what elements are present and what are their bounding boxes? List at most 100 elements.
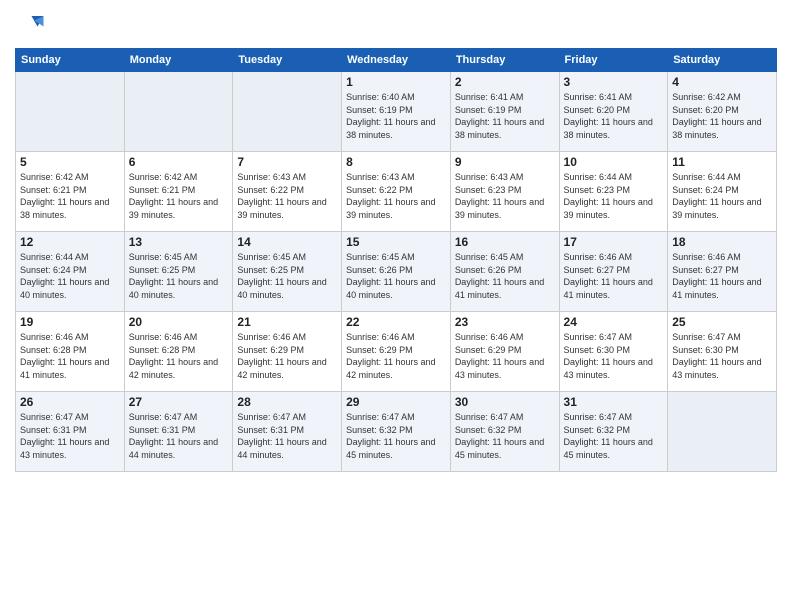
day-info: Sunrise: 6:47 AM Sunset: 6:31 PM Dayligh…	[237, 411, 337, 461]
calendar-cell: 7 Sunrise: 6:43 AM Sunset: 6:22 PM Daylig…	[233, 152, 342, 232]
calendar-cell: 21 Sunrise: 6:46 AM Sunset: 6:29 PM Dayli…	[233, 312, 342, 392]
calendar-cell: 28 Sunrise: 6:47 AM Sunset: 6:31 PM Dayli…	[233, 392, 342, 472]
day-info: Sunrise: 6:46 AM Sunset: 6:27 PM Dayligh…	[564, 251, 664, 301]
calendar-cell	[16, 72, 125, 152]
day-info: Sunrise: 6:45 AM Sunset: 6:25 PM Dayligh…	[237, 251, 337, 301]
calendar-week-row: 26Sunrise: 6:47 AM Sunset: 6:31 PM Dayli…	[16, 392, 777, 472]
calendar-cell: 22 Sunrise: 6:46 AM Sunset: 6:29 PM Dayli…	[342, 312, 451, 392]
day-info: Sunrise: 6:46 AM Sunset: 6:29 PM Dayligh…	[237, 331, 337, 381]
day-number: 29	[346, 395, 446, 409]
day-info: Sunrise: 6:42 AM Sunset: 6:21 PM Dayligh…	[20, 171, 120, 221]
calendar-cell: 30Sunrise: 6:47 AM Sunset: 6:32 PM Dayli…	[450, 392, 559, 472]
day-info: Sunrise: 6:42 AM Sunset: 6:21 PM Dayligh…	[129, 171, 229, 221]
calendar-cell: 20Sunrise: 6:46 AM Sunset: 6:28 PM Dayli…	[124, 312, 233, 392]
day-number: 24	[564, 315, 664, 329]
day-number: 19	[20, 315, 120, 329]
day-number: 28	[237, 395, 337, 409]
calendar-cell: 24 Sunrise: 6:47 AM Sunset: 6:30 PM Dayli…	[559, 312, 668, 392]
calendar-cell: 23 Sunrise: 6:46 AM Sunset: 6:29 PM Dayli…	[450, 312, 559, 392]
calendar-cell	[668, 392, 777, 472]
day-info: Sunrise: 6:47 AM Sunset: 6:32 PM Dayligh…	[564, 411, 664, 461]
day-number: 16	[455, 235, 555, 249]
calendar-week-row: 19 Sunrise: 6:46 AM Sunset: 6:28 PM Dayli…	[16, 312, 777, 392]
calendar-cell: 8Sunrise: 6:43 AM Sunset: 6:22 PM Daylig…	[342, 152, 451, 232]
calendar-table: SundayMondayTuesdayWednesdayThursdayFrid…	[15, 48, 777, 472]
calendar-cell: 10 Sunrise: 6:44 AM Sunset: 6:23 PM Dayli…	[559, 152, 668, 232]
calendar-cell: 13Sunrise: 6:45 AM Sunset: 6:25 PM Dayli…	[124, 232, 233, 312]
calendar-cell	[124, 72, 233, 152]
calendar-cell: 15 Sunrise: 6:45 AM Sunset: 6:26 PM Dayli…	[342, 232, 451, 312]
day-info: Sunrise: 6:45 AM Sunset: 6:26 PM Dayligh…	[346, 251, 446, 301]
calendar-cell: 16 Sunrise: 6:45 AM Sunset: 6:26 PM Dayli…	[450, 232, 559, 312]
day-info: Sunrise: 6:47 AM Sunset: 6:30 PM Dayligh…	[672, 331, 772, 381]
calendar-cell: 17Sunrise: 6:46 AM Sunset: 6:27 PM Dayli…	[559, 232, 668, 312]
day-info: Sunrise: 6:46 AM Sunset: 6:28 PM Dayligh…	[20, 331, 120, 381]
day-number: 10	[564, 155, 664, 169]
calendar-cell: 18 Sunrise: 6:46 AM Sunset: 6:27 PM Dayli…	[668, 232, 777, 312]
day-info: Sunrise: 6:41 AM Sunset: 6:19 PM Dayligh…	[455, 91, 555, 141]
day-number: 3	[564, 75, 664, 89]
day-info: Sunrise: 6:47 AM Sunset: 6:32 PM Dayligh…	[346, 411, 446, 461]
day-info: Sunrise: 6:47 AM Sunset: 6:31 PM Dayligh…	[129, 411, 229, 461]
day-number: 25	[672, 315, 772, 329]
day-number: 7	[237, 155, 337, 169]
col-header-friday: Friday	[559, 49, 668, 72]
day-number: 20	[129, 315, 229, 329]
col-header-thursday: Thursday	[450, 49, 559, 72]
day-number: 6	[129, 155, 229, 169]
day-number: 1	[346, 75, 446, 89]
day-number: 8	[346, 155, 446, 169]
calendar-cell: 4 Sunrise: 6:42 AM Sunset: 6:20 PM Daylig…	[668, 72, 777, 152]
day-number: 2	[455, 75, 555, 89]
day-number: 14	[237, 235, 337, 249]
day-number: 5	[20, 155, 120, 169]
day-info: Sunrise: 6:46 AM Sunset: 6:29 PM Dayligh…	[346, 331, 446, 381]
calendar-cell	[233, 72, 342, 152]
day-number: 12	[20, 235, 120, 249]
calendar-week-row: 5 Sunrise: 6:42 AM Sunset: 6:21 PM Daylig…	[16, 152, 777, 232]
day-info: Sunrise: 6:40 AM Sunset: 6:19 PM Dayligh…	[346, 91, 446, 141]
day-number: 4	[672, 75, 772, 89]
calendar-cell: 9 Sunrise: 6:43 AM Sunset: 6:23 PM Daylig…	[450, 152, 559, 232]
day-info: Sunrise: 6:42 AM Sunset: 6:20 PM Dayligh…	[672, 91, 772, 141]
col-header-sunday: Sunday	[16, 49, 125, 72]
day-info: Sunrise: 6:45 AM Sunset: 6:25 PM Dayligh…	[129, 251, 229, 301]
calendar-cell: 27 Sunrise: 6:47 AM Sunset: 6:31 PM Dayli…	[124, 392, 233, 472]
day-info: Sunrise: 6:43 AM Sunset: 6:22 PM Dayligh…	[237, 171, 337, 221]
day-info: Sunrise: 6:41 AM Sunset: 6:20 PM Dayligh…	[564, 91, 664, 141]
day-number: 9	[455, 155, 555, 169]
day-number: 27	[129, 395, 229, 409]
col-header-tuesday: Tuesday	[233, 49, 342, 72]
calendar-cell: 11 Sunrise: 6:44 AM Sunset: 6:24 PM Dayli…	[668, 152, 777, 232]
day-info: Sunrise: 6:46 AM Sunset: 6:29 PM Dayligh…	[455, 331, 555, 381]
day-info: Sunrise: 6:44 AM Sunset: 6:24 PM Dayligh…	[20, 251, 120, 301]
calendar-cell: 5 Sunrise: 6:42 AM Sunset: 6:21 PM Daylig…	[16, 152, 125, 232]
day-info: Sunrise: 6:46 AM Sunset: 6:27 PM Dayligh…	[672, 251, 772, 301]
calendar-week-row: 1 Sunrise: 6:40 AM Sunset: 6:19 PM Daylig…	[16, 72, 777, 152]
day-info: Sunrise: 6:47 AM Sunset: 6:30 PM Dayligh…	[564, 331, 664, 381]
day-number: 21	[237, 315, 337, 329]
calendar-cell: 2 Sunrise: 6:41 AM Sunset: 6:19 PM Daylig…	[450, 72, 559, 152]
day-info: Sunrise: 6:43 AM Sunset: 6:23 PM Dayligh…	[455, 171, 555, 221]
day-info: Sunrise: 6:45 AM Sunset: 6:26 PM Dayligh…	[455, 251, 555, 301]
col-header-saturday: Saturday	[668, 49, 777, 72]
page: SundayMondayTuesdayWednesdayThursdayFrid…	[0, 0, 792, 612]
day-number: 22	[346, 315, 446, 329]
calendar-cell: 31Sunrise: 6:47 AM Sunset: 6:32 PM Dayli…	[559, 392, 668, 472]
logo	[15, 10, 49, 40]
day-info: Sunrise: 6:44 AM Sunset: 6:24 PM Dayligh…	[672, 171, 772, 221]
calendar-cell: 1 Sunrise: 6:40 AM Sunset: 6:19 PM Daylig…	[342, 72, 451, 152]
col-header-monday: Monday	[124, 49, 233, 72]
day-number: 23	[455, 315, 555, 329]
logo-icon	[15, 10, 45, 40]
calendar-cell: 6 Sunrise: 6:42 AM Sunset: 6:21 PM Daylig…	[124, 152, 233, 232]
calendar-week-row: 12 Sunrise: 6:44 AM Sunset: 6:24 PM Dayli…	[16, 232, 777, 312]
day-number: 11	[672, 155, 772, 169]
calendar-cell: 3 Sunrise: 6:41 AM Sunset: 6:20 PM Daylig…	[559, 72, 668, 152]
day-number: 15	[346, 235, 446, 249]
day-number: 30	[455, 395, 555, 409]
day-info: Sunrise: 6:44 AM Sunset: 6:23 PM Dayligh…	[564, 171, 664, 221]
calendar-cell: 14 Sunrise: 6:45 AM Sunset: 6:25 PM Dayli…	[233, 232, 342, 312]
day-number: 18	[672, 235, 772, 249]
calendar-cell: 19 Sunrise: 6:46 AM Sunset: 6:28 PM Dayli…	[16, 312, 125, 392]
